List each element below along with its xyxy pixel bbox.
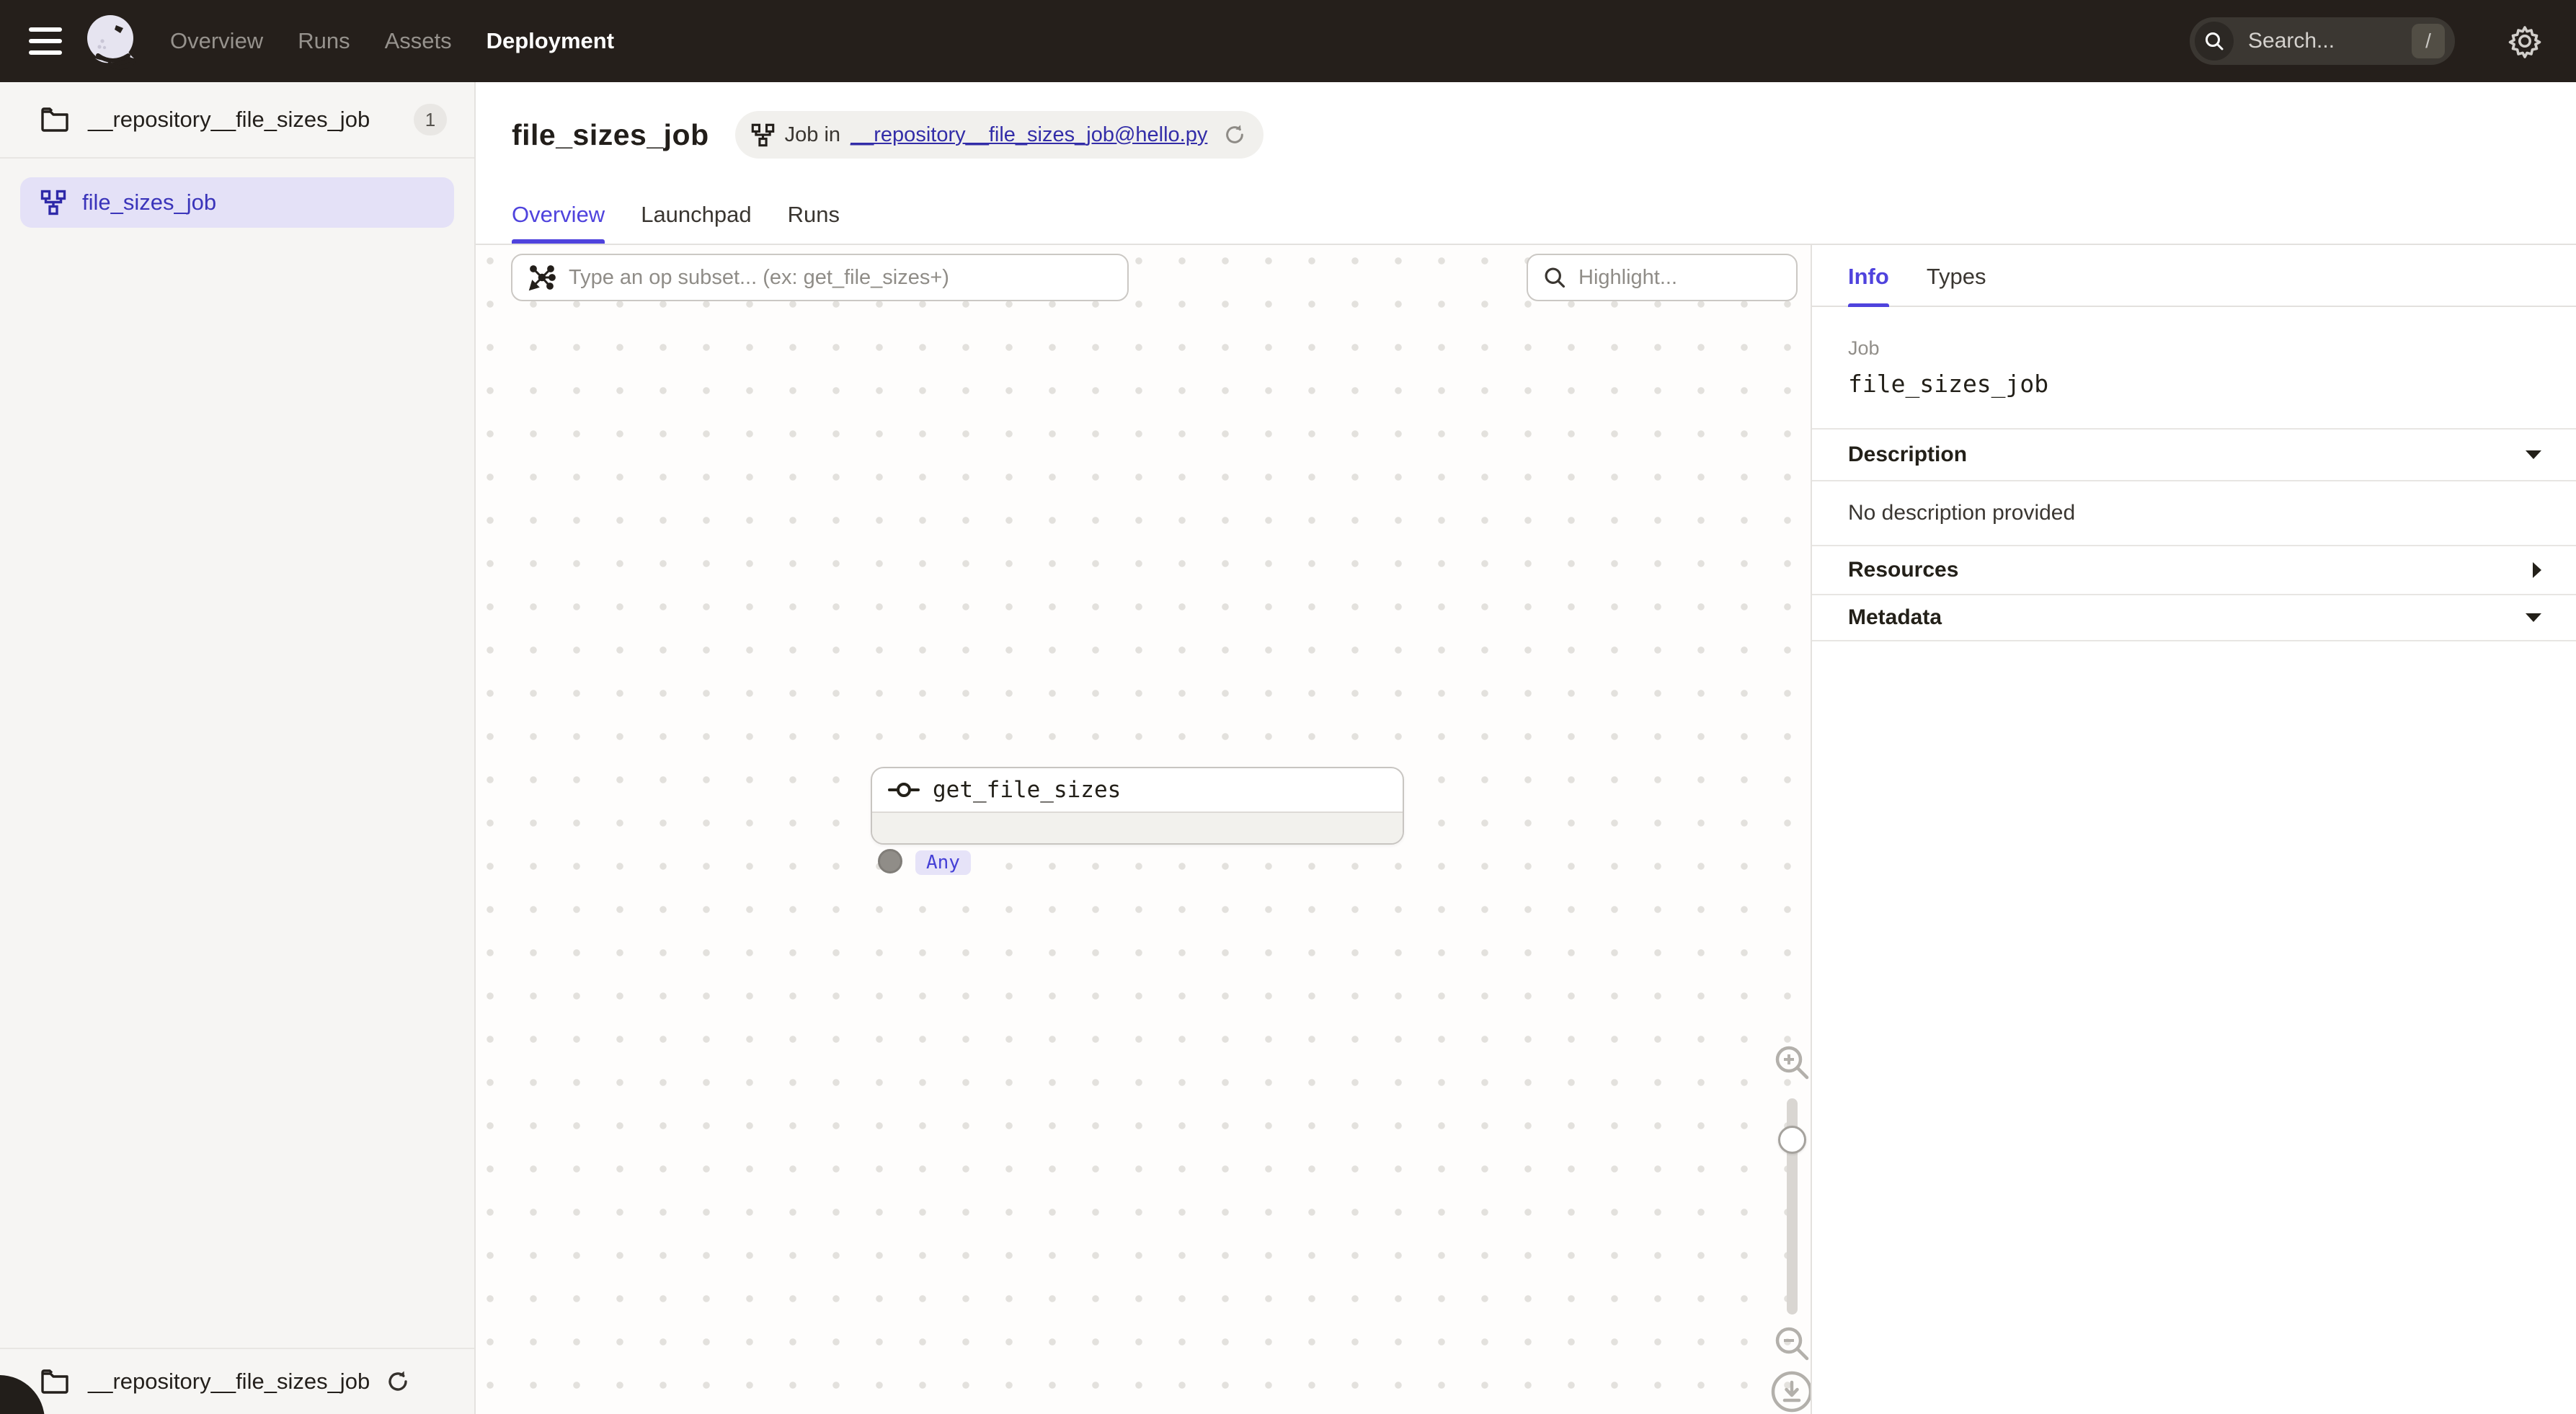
zoom-in-button[interactable] (1770, 1041, 1813, 1084)
section-metadata-header[interactable]: Metadata (1812, 595, 2576, 641)
tab-overview[interactable]: Overview (512, 202, 605, 244)
section-description-title: Description (1848, 443, 1967, 467)
page-title: file_sizes_job (512, 118, 709, 152)
nav-item-overview[interactable]: Overview (170, 28, 263, 54)
panel-tabs: Info Types (1812, 245, 2576, 307)
op-graph-canvas[interactable]: get_file_sizes Any (476, 245, 1811, 1414)
panel-tab-types[interactable]: Types (1927, 264, 1986, 306)
sidebar-footer: __repository__file_sizes_job (0, 1348, 474, 1414)
output-port[interactable] (878, 849, 902, 873)
folder-icon (40, 1369, 69, 1394)
panel-job-name: file_sizes_job (1848, 370, 2540, 398)
job-context-pill: Job in __repository__file_sizes_job@hell… (735, 111, 1264, 159)
app-root: Overview Runs Assets Deployment / (0, 0, 2576, 1414)
chevron-down-icon (2524, 612, 2543, 623)
op-subset-input[interactable] (569, 266, 1113, 290)
refresh-icon (1223, 123, 1246, 146)
nav-item-runs[interactable]: Runs (298, 28, 350, 54)
op-subset-filter[interactable] (511, 254, 1129, 301)
sidebar-repo-name: __repository__file_sizes_job (88, 107, 414, 133)
global-search[interactable]: / (2190, 17, 2455, 65)
download-image-button[interactable] (1769, 1369, 1814, 1414)
search-icon (2195, 22, 2234, 61)
breadcrumb-repo-link[interactable]: __repository__file_sizes_job@hello.py (850, 123, 1207, 147)
search-shortcut-key: / (2412, 24, 2445, 58)
output-type-badge[interactable]: Any (915, 850, 971, 875)
reload-repository-button[interactable] (386, 1369, 410, 1394)
search-input[interactable] (2234, 29, 2412, 53)
tab-runs[interactable]: Runs (788, 202, 840, 244)
folder-icon (40, 107, 69, 132)
download-icon (1769, 1369, 1814, 1414)
gear-icon (2507, 23, 2543, 59)
job-graph-icon (751, 123, 775, 147)
zoom-out-icon (1771, 1322, 1813, 1364)
chevron-down-icon (2524, 449, 2543, 461)
highlight-filter[interactable] (1527, 254, 1798, 301)
panel-job-label: Job (1848, 337, 2540, 360)
op-icon (888, 780, 920, 800)
highlight-input[interactable] (1578, 266, 1782, 290)
section-metadata-title: Metadata (1848, 605, 1942, 630)
zoom-slider-thumb[interactable] (1778, 1126, 1806, 1154)
job-header: file_sizes_job Job in __repository__file… (476, 82, 2576, 245)
section-description-header[interactable]: Description (1812, 430, 2576, 481)
sidebar-item-label: file_sizes_job (82, 190, 216, 215)
reload-job-button[interactable] (1223, 123, 1246, 146)
dagster-logo[interactable] (81, 11, 141, 71)
search-icon (1542, 265, 1567, 290)
top-nav-bar: Overview Runs Assets Deployment / (0, 0, 2576, 82)
job-graph-icon (40, 190, 66, 215)
breadcrumb-prefix: Job in (785, 123, 840, 147)
zoom-out-button[interactable] (1770, 1322, 1813, 1365)
sidebar-item-file-sizes-job[interactable]: file_sizes_job (20, 177, 454, 228)
refresh-icon (386, 1369, 410, 1394)
info-panel: Info Types Job file_sizes_job Descriptio… (1811, 245, 2576, 1414)
sidebar-repo-row[interactable]: __repository__file_sizes_job 1 (0, 82, 474, 159)
settings-button[interactable] (2505, 22, 2544, 61)
section-description-content: No description provided (1812, 481, 2576, 546)
hamburger-menu-icon[interactable] (29, 27, 62, 55)
job-tabs: Overview Launchpad Runs (512, 202, 840, 244)
chevron-right-icon (2531, 561, 2543, 579)
zoom-in-icon (1771, 1041, 1813, 1083)
nav-item-deployment[interactable]: Deployment (487, 28, 614, 54)
op-node-name: get_file_sizes (933, 777, 1121, 803)
op-selector-icon (527, 262, 557, 293)
sidebar-footer-repo-name: __repository__file_sizes_job (88, 1369, 370, 1395)
nav-item-assets[interactable]: Assets (385, 28, 452, 54)
op-node-body (872, 813, 1403, 843)
sidebar: __repository__file_sizes_job 1 file_size… (0, 82, 476, 1414)
section-resources-header[interactable]: Resources (1812, 546, 2576, 595)
op-node-get-file-sizes[interactable]: get_file_sizes (871, 767, 1404, 845)
primary-nav: Overview Runs Assets Deployment (170, 28, 614, 54)
panel-job-block: Job file_sizes_job (1812, 307, 2576, 430)
panel-tab-info[interactable]: Info (1848, 264, 1889, 306)
tab-launchpad[interactable]: Launchpad (641, 202, 751, 244)
section-resources-title: Resources (1848, 558, 1958, 582)
sidebar-repo-count-badge: 1 (414, 104, 447, 135)
